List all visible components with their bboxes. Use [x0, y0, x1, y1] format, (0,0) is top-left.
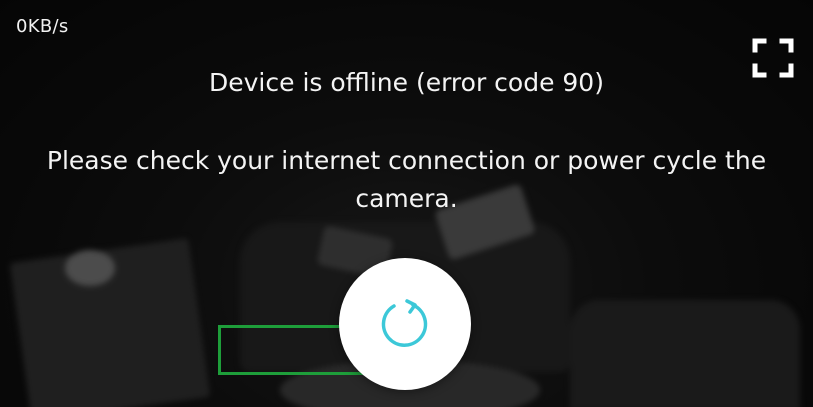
camera-live-view: 0KB/s Device is offline (error code 90) …: [0, 0, 813, 407]
offline-help-text: Please check your internet connection or…: [46, 146, 767, 213]
refresh-icon: [381, 299, 428, 347]
refresh-button[interactable]: [339, 258, 471, 390]
offline-title: Device is offline (error code 90): [209, 68, 604, 97]
bitrate-indicator: 0KB/s: [16, 16, 69, 37]
